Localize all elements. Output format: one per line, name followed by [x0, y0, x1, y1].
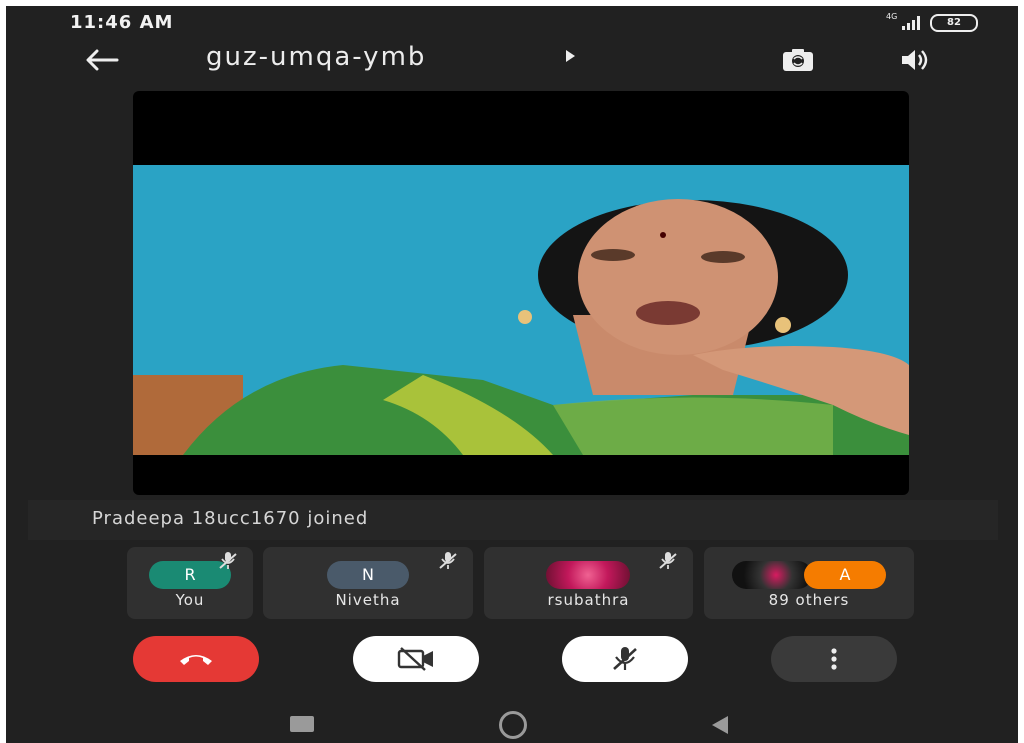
participant-name: Nivetha: [335, 591, 401, 609]
end-call-button[interactable]: [133, 636, 259, 682]
participant-tile-you[interactable]: R You: [127, 547, 253, 619]
mic-off-icon: [219, 552, 237, 569]
back-arrow-icon: [86, 49, 119, 71]
speaker-button[interactable]: [894, 40, 938, 80]
meeting-code[interactable]: guz-umqa-ymb: [206, 42, 426, 72]
participant-name: rsubathra: [547, 591, 630, 609]
avatar: N: [327, 561, 409, 589]
back-button[interactable]: [78, 40, 126, 80]
camera-toggle-button[interactable]: [353, 636, 479, 682]
avatar: [546, 561, 630, 589]
video-feed-image: [133, 165, 909, 455]
status-time: 11:46 AM: [70, 12, 174, 33]
participant-tile-others[interactable]: A 89 others: [704, 547, 914, 619]
join-notification: Pradeepa 18ucc1670 joined: [28, 500, 998, 540]
participant-tile-rsubathra[interactable]: rsubathra: [484, 547, 693, 619]
main-video[interactable]: [133, 91, 909, 495]
home-nav-icon[interactable]: [499, 711, 527, 739]
mic-off-icon: [659, 552, 677, 569]
mic-toggle-button[interactable]: [562, 636, 688, 682]
more-options-button[interactable]: [771, 636, 897, 682]
status-icons: 4G 82: [886, 12, 978, 32]
avatar: A: [804, 561, 886, 589]
switch-camera-icon: [783, 49, 813, 71]
speaker-icon: [902, 50, 928, 70]
signal-icon: 4G: [886, 12, 920, 30]
meet-screen: 11:46 AM 4G 82 guz-umqa-ymb Pradeepa 18u…: [6, 6, 1018, 743]
back-nav-icon[interactable]: [712, 716, 728, 734]
participant-name: 89 others: [768, 591, 850, 609]
camera-off-icon: [397, 647, 433, 671]
participant-tile-nivetha[interactable]: N Nivetha: [263, 547, 473, 619]
avatar-secondary: [732, 561, 812, 589]
speaker-video-illustration: [133, 165, 909, 455]
battery-icon: 82: [930, 14, 978, 32]
meeting-details-caret-icon[interactable]: [566, 50, 575, 62]
network-label: 4G: [886, 12, 898, 21]
participant-name: You: [175, 591, 205, 609]
recents-nav-icon[interactable]: [290, 716, 314, 732]
more-vertical-icon: [831, 648, 837, 670]
mic-off-icon: [439, 552, 457, 569]
hang-up-icon: [180, 655, 212, 665]
mic-off-icon: [613, 647, 637, 670]
switch-camera-button[interactable]: [776, 40, 820, 80]
join-notification-text: Pradeepa 18ucc1670 joined: [92, 508, 369, 529]
